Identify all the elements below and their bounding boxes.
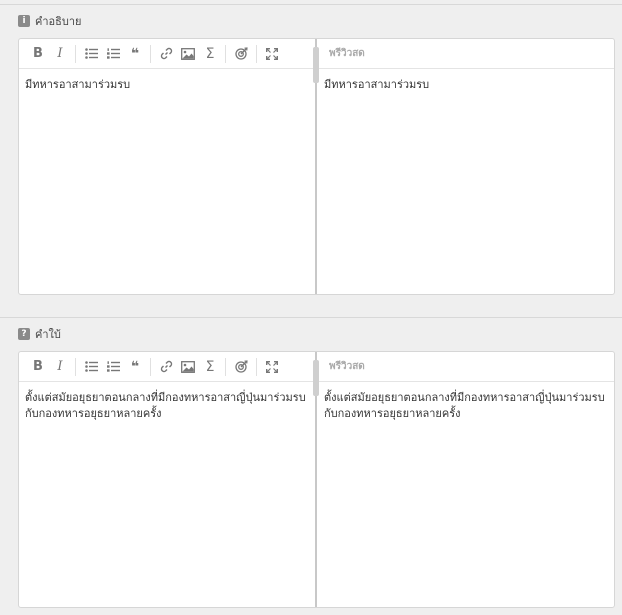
image-icon <box>181 47 195 60</box>
link-icon <box>160 47 172 60</box>
bullet-list-button[interactable] <box>80 43 102 65</box>
markdown-editor-hint[interactable]: B I ❝ Σ พรีวิวสด ตั้งแต่สมัยอยุธยาตอนกลา… <box>18 351 615 608</box>
target-icon <box>234 47 248 60</box>
image-icon <box>181 360 195 373</box>
editor-page: i คำอธิบาย B I ❝ Σ พรีวิวสด มีทหารอาสามา… <box>0 0 622 615</box>
link-icon <box>160 360 172 373</box>
live-preview-header: พรีวิวสด <box>317 352 614 382</box>
quote-button[interactable]: ❝ <box>124 43 146 65</box>
bullet-list-button[interactable] <box>80 356 102 378</box>
numbered-list-button[interactable] <box>102 356 124 378</box>
section-title: คำอธิบาย <box>35 15 82 28</box>
toolbar-separator <box>225 357 226 376</box>
editor-toolbar: B I ❝ Σ <box>19 39 315 69</box>
question-icon: ? <box>18 328 30 340</box>
toolbar-separator <box>256 44 257 63</box>
sigma-icon: Σ <box>205 358 215 375</box>
live-preview-header: พรีวิวสด <box>317 39 614 69</box>
divider-line <box>0 4 622 5</box>
toolbar-separator <box>75 44 76 63</box>
fullscreen-button[interactable] <box>261 43 283 65</box>
section-title: คำใบ้ <box>35 328 61 341</box>
markdown-editor-description[interactable]: B I ❝ Σ พรีวิวสด มีทหารอาสามาร่วมรบ มีทห… <box>18 38 615 295</box>
target-button[interactable] <box>230 43 252 65</box>
sigma-icon: Σ <box>205 45 215 62</box>
editor-text[interactable]: ตั้งแต่สมัยอยุธยาตอนกลางที่มีกองทหารอาสา… <box>25 390 309 422</box>
fullscreen-button[interactable] <box>261 356 283 378</box>
fullscreen-icon <box>266 47 278 60</box>
bold-button[interactable]: B <box>27 356 49 378</box>
image-button[interactable] <box>177 356 199 378</box>
numbered-list-icon <box>106 361 120 372</box>
toolbar-separator <box>225 44 226 63</box>
italic-button[interactable]: I <box>49 356 71 378</box>
numbered-list-button[interactable] <box>102 43 124 65</box>
fullscreen-icon <box>266 360 278 373</box>
info-icon: i <box>18 15 30 27</box>
resize-handle[interactable] <box>313 360 319 396</box>
math-button[interactable]: Σ <box>199 356 221 378</box>
section-label-description: i คำอธิบาย <box>18 13 81 29</box>
target-button[interactable] <box>230 356 252 378</box>
link-button[interactable] <box>155 356 177 378</box>
toolbar-separator <box>75 357 76 376</box>
math-button[interactable]: Σ <box>199 43 221 65</box>
quote-icon: ❝ <box>130 358 140 375</box>
quote-icon: ❝ <box>130 45 140 62</box>
editor-text[interactable]: มีทหารอาสามาร่วมรบ <box>25 77 309 93</box>
preview-text: ตั้งแต่สมัยอยุธยาตอนกลางที่มีกองทหารอาสา… <box>324 391 605 420</box>
bold-button[interactable]: B <box>27 43 49 65</box>
bullet-list-icon <box>84 48 98 59</box>
toolbar-separator <box>150 357 151 376</box>
preview-text: มีทหารอาสามาร่วมรบ <box>324 78 430 91</box>
resize-handle[interactable] <box>313 47 319 83</box>
quote-button[interactable]: ❝ <box>124 356 146 378</box>
toolbar-separator <box>150 44 151 63</box>
bullet-list-icon <box>84 361 98 372</box>
divider-line <box>0 317 622 318</box>
numbered-list-icon <box>106 48 120 59</box>
image-button[interactable] <box>177 43 199 65</box>
link-button[interactable] <box>155 43 177 65</box>
italic-button[interactable]: I <box>49 43 71 65</box>
section-label-hint: ? คำใบ้ <box>18 326 61 342</box>
target-icon <box>234 360 248 373</box>
editor-toolbar: B I ❝ Σ <box>19 352 315 382</box>
toolbar-separator <box>256 357 257 376</box>
